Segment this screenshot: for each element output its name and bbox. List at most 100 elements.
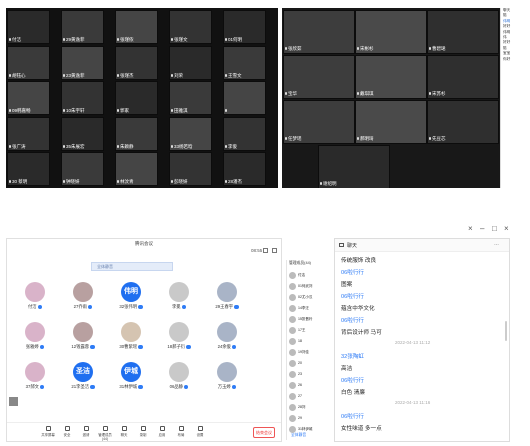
toolbar-button[interactable]: 共享屏幕: [41, 426, 55, 437]
participant-row-name: 02尤小汉: [298, 295, 313, 299]
toolbar-button[interactable]: 聊天: [117, 426, 131, 437]
attendee[interactable]: 圣洁 21李圣洁: [63, 362, 103, 398]
attendee[interactable]: 伊城 31林伊城: [111, 362, 151, 398]
toolbar-label: 邀请: [82, 433, 90, 437]
mic-status-icon: [39, 384, 45, 390]
close-icon[interactable]: ×: [468, 224, 473, 233]
more-options-icon[interactable]: …: [494, 241, 499, 247]
participant-name: 刘荣: [171, 73, 183, 78]
toolbar-button[interactable]: 安全: [60, 426, 74, 437]
participant-avatar: [289, 381, 296, 389]
participant-row[interactable]: 17王: [289, 325, 305, 335]
mic-icon: [171, 144, 173, 148]
toolbar-icon: [159, 426, 165, 431]
chat-scrollbar[interactable]: [505, 321, 507, 341]
toolbar-button[interactable]: 布局: [174, 426, 188, 437]
side-chat-line: 你好: [503, 56, 511, 61]
mic-status-icon: [231, 344, 237, 350]
attendee[interactable]: 24余俊: [207, 322, 247, 358]
participant-avatar: [289, 271, 296, 279]
mic-icon: [357, 92, 359, 96]
toolbar-button[interactable]: 设置: [193, 426, 207, 437]
video-tile: 彭晓妍: [169, 152, 212, 186]
participant-avatar: [289, 315, 296, 323]
participant-name-text: 35朱展宏: [66, 143, 85, 149]
toolbar-button[interactable]: 录制: [136, 426, 150, 437]
participant-name: 胡钰心: [9, 73, 26, 78]
attendee[interactable]: 18郝子衍: [159, 322, 199, 358]
toolbar-button[interactable]: 应用: [155, 426, 169, 437]
mic-icon: [63, 109, 65, 113]
participant-row[interactable]: 27: [289, 391, 302, 401]
toolbar-label: 管理成员(44): [98, 433, 112, 441]
mic-status-icon: [138, 384, 143, 390]
participant-row[interactable]: 20: [289, 358, 302, 368]
participant-row[interactable]: 19刘佳: [289, 347, 309, 357]
participant-row[interactable]: 15张晋玲: [289, 314, 312, 324]
participant-name: 张广涛: [9, 144, 26, 149]
attendee[interactable]: 伟明 32张伟明: [111, 282, 151, 318]
close-icon[interactable]: ×: [504, 224, 509, 233]
maximize-icon[interactable]: □: [492, 224, 497, 233]
attendee[interactable]: 30曹紫瑶: [111, 322, 151, 358]
attendee[interactable]: 李冕: [159, 282, 199, 318]
video-tile: 宋彬杉: [355, 10, 427, 54]
participant-row[interactable]: 18: [289, 336, 302, 346]
mute-all-bar[interactable]: 全体静音: [91, 262, 173, 271]
participant-row[interactable]: 02尤小汉: [289, 292, 312, 302]
participant-avatar: [289, 326, 296, 334]
attendee-name: 30曹紫瑶: [111, 344, 151, 350]
video-tile: 09韩嘉畅: [7, 81, 50, 115]
video-tile: 张广涛: [7, 116, 50, 151]
attendee-name-text: 万玉婷: [217, 384, 231, 389]
fullscreen-icon[interactable]: [263, 248, 268, 253]
participant-row-name: 23: [298, 372, 302, 376]
participant-row[interactable]: 付洁: [289, 270, 305, 280]
participant-row[interactable]: 28刘: [289, 402, 305, 412]
participant-name-text: 09韩嘉畅: [12, 108, 31, 113]
participant-row-name: 28刘: [298, 405, 306, 409]
participant-name-text: 谢绍明: [323, 181, 337, 186]
mic-icon: [171, 73, 173, 77]
layout-icon[interactable]: [272, 248, 277, 253]
collapse-icon[interactable]: [9, 397, 18, 406]
attendee-name: 李冕: [159, 304, 199, 310]
mic-status-icon: [39, 344, 45, 350]
attendee-name-text: 32张伟明: [119, 304, 138, 309]
minimize-icon[interactable]: –: [480, 224, 484, 233]
participant-name: 张瑾侬: [117, 37, 134, 42]
end-meeting-button[interactable]: 结束会议: [253, 427, 275, 438]
toolbar-button[interactable]: 管理成员(44): [98, 426, 112, 441]
participant-row[interactable]: 23: [289, 369, 302, 379]
attendee[interactable]: 张雅婷: [15, 322, 55, 358]
participant-row[interactable]: 31林伊城: [289, 424, 312, 434]
toolbar-button[interactable]: 邀请: [79, 426, 93, 437]
participant-name: 任梦瑶: [285, 136, 302, 142]
attendee[interactable]: 付洁: [15, 282, 55, 318]
participant-name-text: 戴琪琪: [360, 91, 374, 96]
attendee[interactable]: 37郝文: [15, 362, 55, 398]
mic-icon: [171, 109, 173, 113]
attendee[interactable]: 12钱露蓉: [63, 322, 103, 358]
participant-row[interactable]: 01何武刘: [289, 281, 312, 291]
video-tile: 29黄逸菲: [61, 10, 104, 44]
participant-name-text: 先豆芯: [432, 136, 446, 141]
attendee[interactable]: 29王春宇: [207, 282, 247, 318]
attendee[interactable]: 06品静: [159, 362, 199, 398]
avatar: [25, 282, 45, 302]
attendee[interactable]: 万玉婷: [207, 362, 247, 398]
video-tile: 付洁: [7, 10, 50, 44]
video-tile: 33杨若晗: [169, 116, 212, 151]
toolbar-icon: [45, 426, 51, 431]
participant-row[interactable]: 29: [289, 413, 302, 423]
participant-row[interactable]: 14李汪: [289, 303, 309, 313]
mic-icon: [171, 180, 173, 184]
attendee[interactable]: 27乔雨: [63, 282, 103, 318]
participant-name-text: 宋彬杉: [360, 46, 374, 51]
video-grid-secondary: 张欣茹 宋彬杉 曹碧珺 宝华 戴琪琪 宋苏杉 任梦瑶 郝明琦 先豆芯 谢绍明: [282, 8, 500, 188]
mic-status-icon: [181, 304, 187, 310]
participant-row[interactable]: 26: [289, 380, 302, 390]
participant-avatar: [289, 337, 296, 345]
toolbar-icon: [140, 426, 146, 431]
toolbar-label: 设置: [196, 433, 204, 437]
